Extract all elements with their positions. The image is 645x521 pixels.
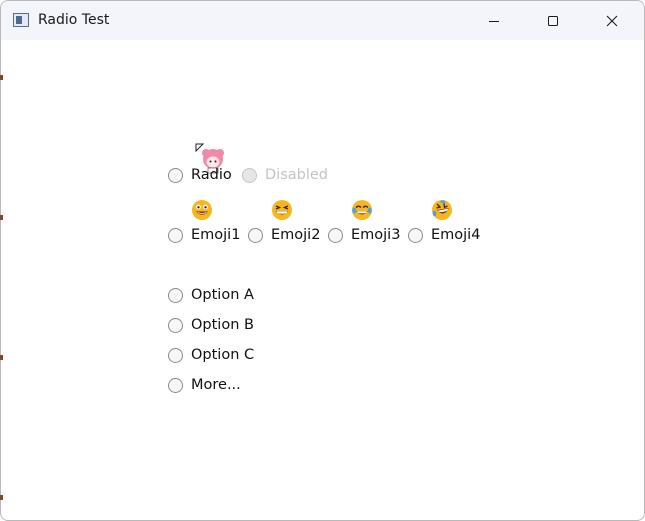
radio-disabled-label: Disabled — [265, 167, 328, 183]
radio-option-c-label: Option C — [191, 347, 255, 363]
rolling-on-floor-laughing-icon — [432, 200, 452, 220]
radio-circle-disabled — [242, 167, 257, 183]
radio-circle[interactable] — [168, 227, 183, 243]
background-edge-mark — [0, 215, 3, 220]
close-button[interactable] — [589, 1, 635, 40]
title-bar[interactable]: Radio Test — [1, 1, 644, 40]
radio-option-a[interactable]: Option A — [168, 285, 254, 305]
radio-disabled: Disabled — [242, 165, 328, 185]
radio-circle[interactable] — [328, 227, 343, 243]
radio-option-b[interactable]: Option B — [168, 315, 254, 335]
radio-circle[interactable] — [168, 347, 183, 363]
radio-circle[interactable] — [168, 287, 183, 303]
radio-more-label: More... — [191, 377, 241, 393]
background-edge-mark — [0, 75, 3, 80]
radio-option-b-label: Option B — [191, 317, 254, 333]
radio-emoji4-label: Emoji4 — [431, 227, 481, 243]
radio-circle[interactable] — [168, 377, 183, 393]
close-icon — [606, 15, 618, 26]
radio-circle[interactable] — [168, 167, 183, 183]
radio-radio[interactable]: Radio — [168, 165, 232, 185]
radio-emoji4[interactable]: Emoji4 — [408, 225, 480, 245]
radio-emoji2-label: Emoji2 — [271, 227, 321, 243]
background-edge-mark — [0, 495, 3, 500]
radio-emoji3-label: Emoji3 — [351, 227, 401, 243]
maximize-button[interactable] — [530, 1, 576, 40]
background-edge-mark — [0, 355, 3, 360]
radio-emoji1[interactable]: Emoji1 — [168, 225, 240, 245]
radio-emoji3[interactable]: Emoji3 — [328, 225, 400, 245]
client-area: Radio Disabled Emoji1 Emoji2 Emoji3 Emoj… — [1, 40, 644, 520]
radio-emoji1-label: Emoji1 — [191, 227, 241, 243]
app-window: Radio Test Radio Disabled Emoji1 Emoji2 … — [0, 0, 645, 521]
minimize-icon — [489, 20, 499, 22]
radio-circle[interactable] — [408, 227, 423, 243]
grinning-face-wide-eyes-icon — [192, 200, 212, 220]
radio-option-a-label: Option A — [191, 287, 254, 303]
radio-label: Radio — [191, 167, 232, 183]
grinning-squinting-face-icon — [272, 200, 292, 220]
radio-more[interactable]: More... — [168, 375, 241, 395]
window-title: Radio Test — [38, 12, 110, 28]
maximize-icon — [548, 15, 558, 26]
radio-emoji2[interactable]: Emoji2 — [248, 225, 320, 245]
minimize-button[interactable] — [471, 1, 517, 40]
radio-circle[interactable] — [168, 317, 183, 333]
window-app-icon — [13, 13, 29, 27]
radio-option-c[interactable]: Option C — [168, 345, 254, 365]
face-with-tears-of-joy-icon — [352, 200, 372, 220]
radio-circle[interactable] — [248, 227, 263, 243]
